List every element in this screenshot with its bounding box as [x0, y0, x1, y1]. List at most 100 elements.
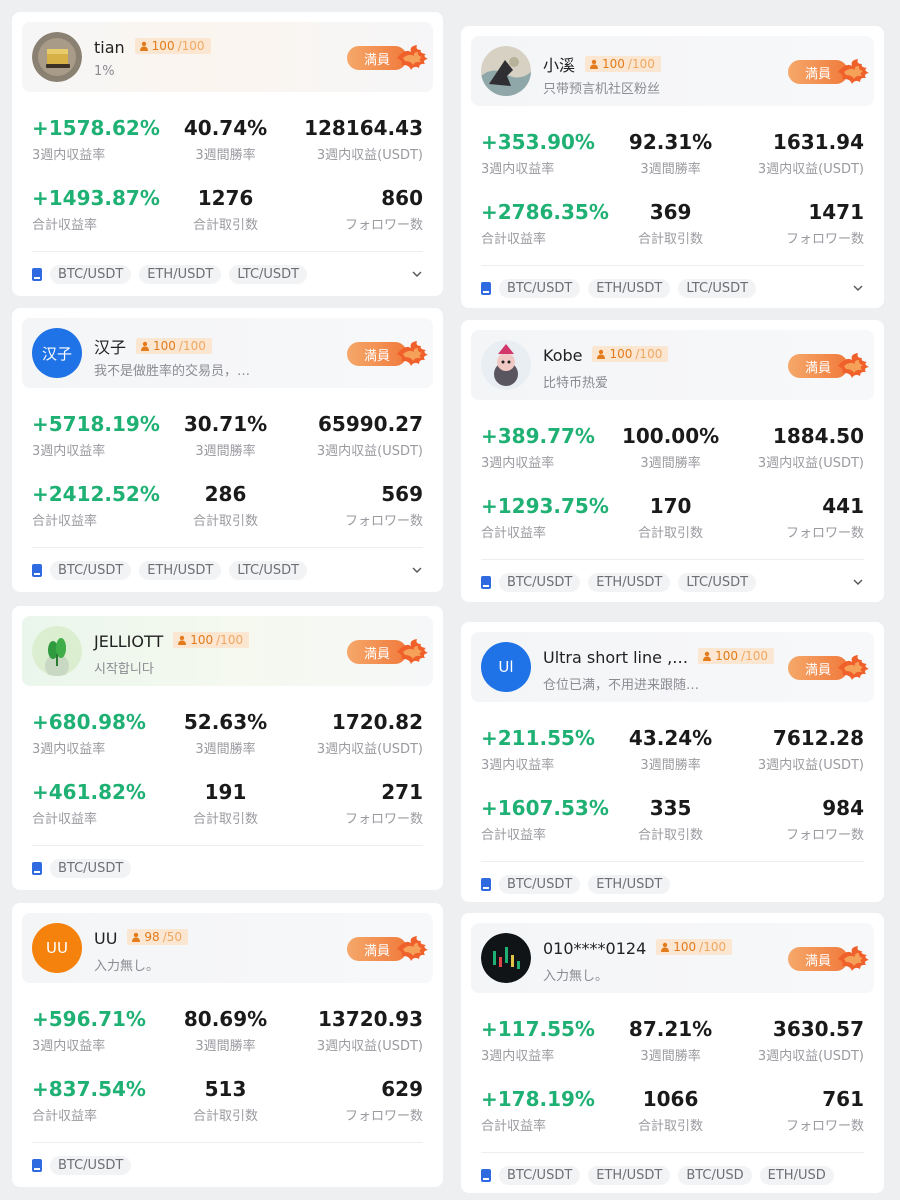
chevron-down-icon[interactable]: [852, 576, 864, 588]
followers-max: /100: [635, 347, 663, 361]
winrate-value: 80.69%: [183, 1007, 268, 1031]
divider: [32, 845, 423, 846]
followers-label: フォロワー数: [344, 514, 423, 529]
pair-tag[interactable]: LTC/USDT: [229, 264, 308, 284]
total-roi-value: +837.54%: [32, 1077, 146, 1101]
trader-name[interactable]: Ultra short line ,…: [543, 648, 688, 667]
profit-value: 1884.50: [772, 424, 864, 448]
total-roi-label: 合計収益率: [32, 812, 98, 827]
trader-card[interactable]: 小溪 100/100 只带预言机社区粉丝 満員 +353.90% 3週内収益率 92…: [461, 26, 884, 308]
avatar[interactable]: [32, 626, 82, 676]
profit-label: 3週内収益(USDT): [757, 1049, 864, 1064]
avatar[interactable]: Ul: [481, 642, 531, 692]
avatar[interactable]: [481, 933, 531, 983]
trading-pairs: BTC/USDT ETH/USDT LTC/USDT: [481, 277, 864, 299]
full-status-button[interactable]: 満員: [788, 353, 869, 379]
profit-value: 128164.43: [304, 116, 423, 140]
pairs-icon: [32, 267, 42, 281]
pair-tag[interactable]: ETH/USD: [759, 1165, 834, 1185]
trader-name[interactable]: 010****0124: [543, 939, 646, 958]
pair-tag[interactable]: BTC/USDT: [50, 560, 132, 580]
pair-tag[interactable]: BTC/USDT: [499, 1165, 581, 1185]
roi-3w-label: 3週内収益率: [32, 444, 106, 459]
pair-tag[interactable]: BTC/USDT: [50, 858, 132, 878]
pair-tag[interactable]: ETH/USDT: [139, 264, 222, 284]
pair-tag[interactable]: BTC/USDT: [499, 874, 581, 894]
full-status-button[interactable]: 満員: [347, 45, 428, 71]
flame-icon: [397, 45, 428, 70]
profit-value: 65990.27: [317, 412, 423, 436]
trader-card[interactable]: JELLIOTT 100/100 시작합니다 満員 +680.98% 3週内収益率 …: [12, 606, 443, 890]
chevron-down-icon[interactable]: [411, 268, 423, 280]
full-status-button[interactable]: 満員: [347, 341, 428, 367]
trader-name[interactable]: Kobe: [543, 346, 582, 365]
profit-label: 3週内収益(USDT): [316, 742, 423, 757]
avatar[interactable]: [32, 32, 82, 82]
trader-name[interactable]: 汉子: [94, 338, 126, 357]
pair-tag[interactable]: BTC/USDT: [499, 278, 581, 298]
followers-value: 629: [381, 1077, 423, 1101]
full-status-button[interactable]: 満員: [347, 639, 428, 665]
avatar[interactable]: [481, 340, 531, 390]
full-status-button[interactable]: 満員: [788, 655, 869, 681]
pair-tag[interactable]: ETH/USDT: [139, 560, 222, 580]
divider: [32, 547, 423, 548]
trader-bio: 1%: [94, 64, 115, 79]
pair-tag[interactable]: ETH/USDT: [588, 1165, 671, 1185]
trader-card[interactable]: tian 100/100 1% 満員 +1578.62% 3週内収益率 40.74%…: [12, 12, 443, 296]
chevron-down-icon[interactable]: [852, 282, 864, 294]
avatar[interactable]: [481, 46, 531, 96]
trades-value: 191: [204, 780, 247, 804]
trader-bio: 入力無し。: [94, 959, 160, 974]
follower-capacity-badge: 100/100: [173, 632, 250, 648]
roi-3w-label: 3週内収益率: [481, 1049, 555, 1064]
person-icon: [141, 341, 150, 351]
chevron-down-icon[interactable]: [411, 564, 423, 576]
trader-card[interactable]: 010****0124 100/100 入力無し。 満員 +117.55% 3週内収…: [461, 913, 884, 1193]
trader-name-row: 汉子 100/100: [94, 334, 212, 358]
followers-value: 984: [822, 796, 864, 820]
full-status-button[interactable]: 満員: [788, 946, 869, 972]
pair-tag[interactable]: BTC/USDT: [50, 264, 132, 284]
trades-label: 合計取引数: [193, 514, 259, 529]
trader-name[interactable]: tian: [94, 38, 125, 57]
followers-now: 100: [673, 940, 697, 954]
trader-bio: 入力無し。: [543, 969, 609, 984]
full-status-button[interactable]: 満員: [347, 936, 428, 962]
trader-bio: 仓位已满，不用进来跟随…: [543, 678, 700, 693]
avatar[interactable]: 汉子: [32, 328, 82, 378]
trader-bio: 只带预言机社区粉丝: [543, 82, 661, 97]
person-icon: [139, 41, 148, 51]
pair-tag[interactable]: ETH/USDT: [588, 572, 671, 592]
person-icon: [132, 932, 141, 942]
full-status-button[interactable]: 満員: [788, 59, 869, 85]
profit-value: 1631.94: [772, 130, 864, 154]
total-roi-label: 合計収益率: [481, 828, 547, 843]
pair-tag[interactable]: BTC/USDT: [499, 572, 581, 592]
pair-tag[interactable]: ETH/USDT: [588, 874, 671, 894]
profit-value: 3630.57: [772, 1017, 864, 1041]
pair-tag[interactable]: BTC/USD: [678, 1165, 752, 1185]
trader-card[interactable]: Ul Ultra short line ,… 100/100 仓位已满，不用进来跟…: [461, 622, 884, 902]
pair-tag[interactable]: ETH/USDT: [588, 278, 671, 298]
pair-tag[interactable]: LTC/USDT: [229, 560, 308, 580]
trader-name-row: UU 98/50: [94, 929, 189, 948]
divider: [481, 1152, 864, 1153]
trader-name[interactable]: 小溪: [543, 56, 575, 75]
trader-name-row: Ultra short line ,… 100/100: [543, 648, 775, 667]
trader-card[interactable]: 汉子 汉子 100/100 我不是做胜率的交易员，… 満員 +5718.19% 3週…: [12, 308, 443, 592]
trader-card[interactable]: UU UU 98/50 入力無し。 満員 +596.71% 3週内収益率 80.69…: [12, 903, 443, 1187]
flame-icon: [838, 353, 869, 378]
trader-name[interactable]: UU: [94, 929, 117, 948]
trader-name-row: Kobe 100/100: [543, 346, 669, 365]
roi-3w-value: +211.55%: [481, 726, 595, 750]
pair-tag[interactable]: LTC/USDT: [678, 278, 757, 298]
person-icon: [597, 349, 606, 359]
trader-name-row: 010****0124 100/100: [543, 939, 733, 958]
trader-name[interactable]: JELLIOTT: [94, 632, 163, 651]
pair-tag[interactable]: BTC/USDT: [50, 1155, 132, 1175]
pair-tag[interactable]: LTC/USDT: [678, 572, 757, 592]
trader-card[interactable]: Kobe 100/100 比特币热爱 満員 +389.77% 3週内収益率 100.…: [461, 320, 884, 602]
avatar[interactable]: UU: [32, 923, 82, 973]
trading-pairs: BTC/USDT ETH/USDT LTC/USDT: [481, 571, 864, 593]
